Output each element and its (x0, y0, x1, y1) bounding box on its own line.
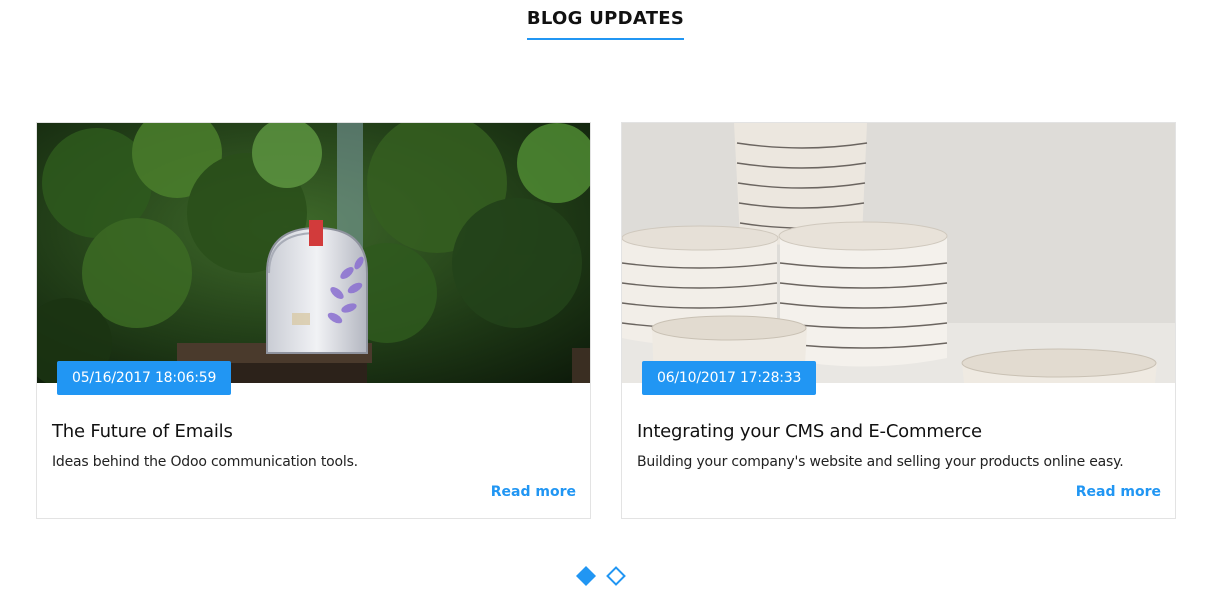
section-title: BLOG UPDATES (526, 8, 685, 40)
section-header: BLOG UPDATES (0, 8, 1211, 40)
ceramic-cups-photo[interactable] (622, 123, 1175, 383)
post-date-badge: 05/16/2017 18:06:59 (57, 361, 232, 395)
post-description: Building your company's website and sell… (637, 454, 1124, 470)
blog-card[interactable]: 05/16/2017 18:06:59 The Future of Emails… (36, 122, 591, 519)
read-more-link[interactable]: Read more (1076, 484, 1161, 500)
read-more-link[interactable]: Read more (491, 484, 576, 500)
post-title[interactable]: Integrating your CMS and E-Commerce (637, 421, 982, 442)
blog-card[interactable]: 06/10/2017 17:28:33 Integrating your CMS… (621, 122, 1176, 519)
carousel-dot-active[interactable] (576, 566, 596, 586)
mailbox-photo[interactable] (37, 123, 590, 383)
post-title[interactable]: The Future of Emails (52, 421, 233, 442)
carousel-pager (576, 566, 636, 586)
post-date-badge: 06/10/2017 17:28:33 (642, 361, 817, 395)
post-description: Ideas behind the Odoo communication tool… (52, 454, 358, 470)
carousel-dot[interactable] (606, 566, 626, 586)
